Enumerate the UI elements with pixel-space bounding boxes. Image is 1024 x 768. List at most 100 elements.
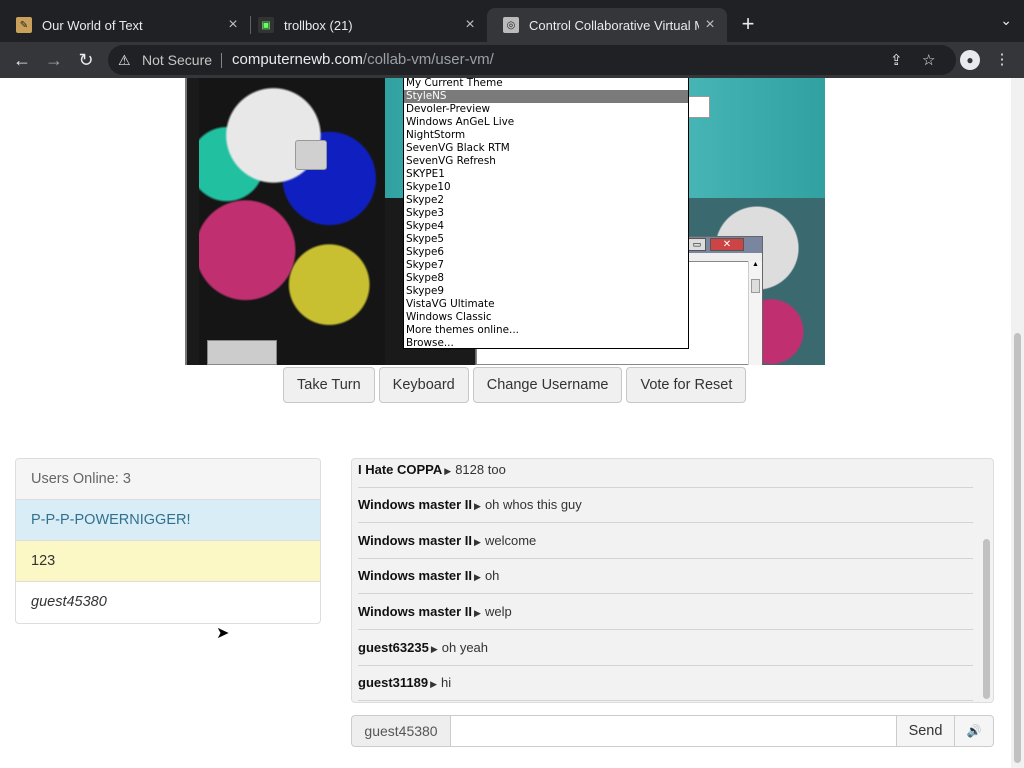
new-tab-button[interactable]: + — [736, 10, 760, 38]
user-item[interactable]: 123 — [16, 541, 320, 582]
close-tab-icon[interactable]: × — [459, 16, 481, 34]
vm-close-icon[interactable]: ✕ — [710, 238, 744, 251]
chat-divider — [358, 558, 973, 559]
page-content: ▭ ✕ ▲ My Current Theme StyleNS Devoler-Pre… — [0, 78, 1011, 768]
chat-message-text: welcome — [484, 533, 537, 548]
chat-message: guest31189 ▶ hi — [358, 675, 973, 690]
vm-screen[interactable]: ▭ ✕ ▲ My Current Theme StyleNS Devoler-Pre… — [185, 78, 825, 365]
chat-message-user[interactable]: Windows master II — [358, 497, 472, 512]
chat-input-group: guest45380 Send 🔊 — [351, 715, 994, 747]
keyboard-button[interactable]: Keyboard — [378, 367, 469, 403]
theme-option[interactable]: My Current Theme — [404, 78, 688, 90]
chat-scrollbar[interactable] — [983, 539, 990, 699]
theme-option[interactable]: StyleNS — [404, 90, 688, 103]
chat-message: Windows master II ▶ welp — [358, 604, 973, 619]
users-online-header: Users Online: 3 — [16, 459, 320, 500]
take-turn-button[interactable]: Take Turn — [283, 367, 375, 403]
tab-title: Control Collaborative Virtual M — [529, 17, 699, 33]
tab-title: Our World of Text — [42, 17, 143, 33]
tab-search-chevron-icon[interactable]: ⌄ — [1000, 12, 1012, 29]
chat-message-text: welp — [484, 604, 512, 619]
vm-theme-dropdown[interactable]: My Current Theme StyleNS Devoler-Preview Wi… — [403, 78, 689, 349]
vm-controls: Take Turn Keyboard Change Username Vote … — [283, 367, 747, 403]
theme-option[interactable]: Skype10 — [404, 181, 688, 194]
chat-message-user[interactable]: Windows master II — [358, 604, 472, 619]
chat-message-user[interactable]: guest63235 — [358, 640, 429, 655]
chat-message-user[interactable]: Windows master II — [358, 533, 472, 548]
chat-arrow-icon: ▶ — [430, 679, 438, 689]
chat-message: Windows master II ▶ welcome — [358, 533, 973, 548]
chat-divider — [358, 522, 973, 523]
tab-collab-vm[interactable]: ◎ Control Collaborative Virtual M × — [487, 8, 727, 42]
chat-divider — [358, 629, 973, 630]
tab-our-world-of-text[interactable]: ✎ Our World of Text × — [0, 8, 250, 42]
users-online-panel: Users Online: 3 P-P-P-POWERNIGGER! 123 g… — [15, 458, 321, 624]
close-tab-icon[interactable]: × — [699, 16, 721, 34]
chat-message: guest63235 ▶ oh yeah — [358, 640, 973, 655]
bookmark-star-icon[interactable]: ☆ — [922, 51, 935, 69]
chat-arrow-icon: ▶ — [430, 644, 438, 654]
send-button[interactable]: Send — [897, 715, 955, 747]
url-text[interactable]: computernewb.com/collab-vm/user-vm/ — [232, 51, 494, 68]
theme-option[interactable]: Skype4 — [404, 220, 688, 233]
back-arrow-icon[interactable]: ← — [10, 48, 34, 72]
chat-divider — [358, 700, 973, 701]
chat-input[interactable] — [451, 715, 897, 747]
theme-option[interactable]: SevenVG Refresh — [404, 155, 688, 168]
tab-trollbox[interactable]: ▣ trollbox (21) × — [242, 8, 487, 42]
theme-option[interactable]: Windows Classic — [404, 311, 688, 324]
chat-divider — [358, 593, 973, 594]
chat-message-user[interactable]: I Hate COPPA — [358, 462, 442, 477]
user-item[interactable]: P-P-P-POWERNIGGER! — [16, 500, 320, 541]
page-scrollbar[interactable] — [1011, 78, 1024, 768]
tab-bar: ✎ Our World of Text × ▣ trollbox (21) × … — [0, 0, 1024, 42]
chat-message-text: oh yeah — [441, 640, 489, 655]
security-status[interactable]: Not Secure — [142, 52, 212, 68]
chat-message-text: 8128 too — [455, 462, 506, 477]
chat-arrow-icon: ▶ — [444, 466, 452, 476]
chat-arrow-icon: ▶ — [474, 537, 481, 547]
theme-option[interactable]: Skype6 — [404, 246, 688, 259]
speaker-icon[interactable]: 🔊 — [955, 715, 994, 747]
warning-triangle-icon[interactable]: ⚠ — [118, 52, 131, 69]
theme-option[interactable]: Browse... — [404, 337, 688, 350]
theme-option[interactable]: Skype2 — [404, 194, 688, 207]
vm-wallpaper-left — [199, 78, 385, 365]
user-item-self[interactable]: guest45380 — [16, 582, 320, 623]
theme-option[interactable]: Skype8 — [404, 272, 688, 285]
page-scrollbar-thumb[interactable] — [1014, 333, 1021, 763]
theme-option[interactable]: Skype9 — [404, 285, 688, 298]
chat-message: I Hate COPPA ▶ 8128 too — [358, 462, 973, 477]
theme-option[interactable]: VistaVG Ultimate — [404, 298, 688, 311]
profile-avatar-icon[interactable]: ● — [960, 50, 980, 70]
kebab-menu-icon[interactable]: ⋮ — [992, 50, 1012, 70]
theme-option[interactable]: NightStorm — [404, 129, 688, 142]
theme-option[interactable]: Devoler-Preview — [404, 103, 688, 116]
theme-option[interactable]: SevenVG Black RTM — [404, 142, 688, 155]
theme-option[interactable]: Skype7 — [404, 259, 688, 272]
close-tab-icon[interactable]: × — [222, 16, 244, 34]
chat-message: Windows master II ▶ oh — [358, 568, 973, 583]
theme-option[interactable]: Skype5 — [404, 233, 688, 246]
theme-option[interactable]: More themes online... — [404, 324, 688, 337]
chat-message-user[interactable]: guest31189 — [358, 675, 428, 690]
vm-desktop-icon[interactable] — [295, 140, 327, 170]
change-username-button[interactable]: Change Username — [472, 367, 623, 403]
forward-arrow-icon[interactable]: → — [42, 48, 66, 72]
vm-dialog-scrollbar[interactable]: ▲ — [748, 261, 762, 365]
theme-option[interactable]: Skype3 — [404, 207, 688, 220]
vote-reset-button[interactable]: Vote for Reset — [626, 367, 747, 403]
address-bar[interactable]: ⚠ Not Secure computernewb.com/collab-vm/… — [108, 45, 956, 75]
browser-toolbar: ← → ↻ ⚠ Not Secure computernewb.com/coll… — [0, 42, 1024, 78]
chat-log[interactable]: I Hate COPPA ▶ 8128 too Windows master II ▶ o… — [351, 458, 994, 703]
mouse-cursor-icon: ➤ — [216, 625, 230, 642]
vm-maximize-icon[interactable]: ▭ — [688, 238, 706, 251]
url-host: computernewb.com — [232, 51, 363, 68]
chat-message-user[interactable]: Windows master II — [358, 568, 472, 583]
theme-option[interactable]: Windows AnGeL Live — [404, 116, 688, 129]
vm-taskbar-window[interactable] — [207, 340, 277, 365]
collabvm-favicon-icon: ◎ — [503, 17, 519, 33]
share-icon[interactable]: ⇪ — [890, 51, 903, 69]
reload-icon[interactable]: ↻ — [74, 48, 98, 72]
theme-option[interactable]: SKYPE1 — [404, 168, 688, 181]
